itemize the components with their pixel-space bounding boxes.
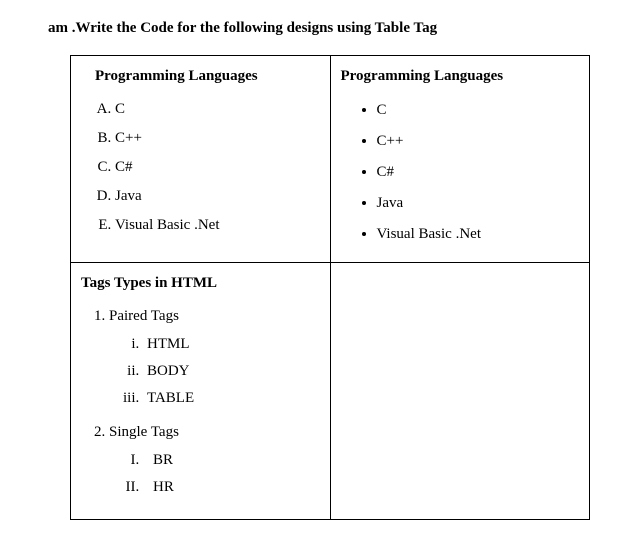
- list-item: BR: [143, 447, 320, 474]
- list-item: C: [377, 95, 580, 126]
- list-paired: HTML BODY TABLE: [143, 331, 320, 412]
- list-prog-alpha: C C++ C# Java Visual Basic .Net: [115, 95, 320, 240]
- cell-prog-alpha: Programming Languages C C++ C# Java Visu…: [71, 56, 331, 263]
- page-title: am .Write the Code for the following des…: [48, 20, 614, 37]
- list-single: BR HR: [143, 447, 320, 501]
- list-item: HTML: [143, 331, 320, 358]
- list-prog-bullet: C C++ C# Java Visual Basic .Net: [377, 95, 580, 250]
- cell-empty: [330, 263, 590, 520]
- group-paired: Paired Tags HTML BODY TABLE: [109, 302, 320, 418]
- group-label: Single Tags: [109, 424, 179, 440]
- list-item: Java: [115, 182, 320, 211]
- list-item: TABLE: [143, 385, 320, 412]
- cell-prog-bullet: Programming Languages C C++ C# Java Visu…: [330, 56, 590, 263]
- group-single: Single Tags BR HR: [109, 418, 320, 507]
- heading-prog-right: Programming Languages: [341, 68, 580, 85]
- group-label: Paired Tags: [109, 308, 179, 324]
- list-item: C#: [115, 153, 320, 182]
- cell-tags: Tags Types in HTML Paired Tags HTML BODY…: [71, 263, 331, 520]
- list-item: Visual Basic .Net: [115, 211, 320, 240]
- heading-prog-left: Programming Languages: [95, 68, 320, 85]
- list-item: Java: [377, 188, 580, 219]
- main-table: Programming Languages C C++ C# Java Visu…: [70, 55, 590, 520]
- list-item: HR: [143, 474, 320, 501]
- list-item: C++: [115, 124, 320, 153]
- list-item: Visual Basic .Net: [377, 219, 580, 250]
- list-item: C: [115, 95, 320, 124]
- list-item: BODY: [143, 358, 320, 385]
- list-item: C#: [377, 157, 580, 188]
- list-item: C++: [377, 126, 580, 157]
- list-groups: Paired Tags HTML BODY TABLE Single Tags …: [109, 302, 320, 507]
- heading-tags: Tags Types in HTML: [81, 275, 320, 292]
